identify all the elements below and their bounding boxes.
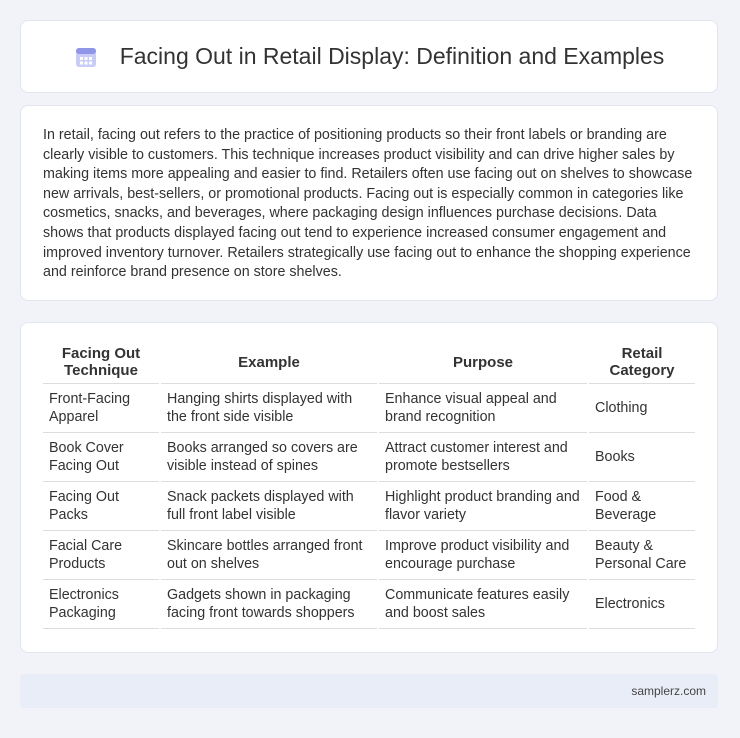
intro-text: In retail, facing out refers to the prac… bbox=[43, 127, 693, 281]
intro-card: In retail, facing out refers to the prac… bbox=[20, 105, 718, 301]
table-cell: Snack packets displayed with full front … bbox=[161, 482, 377, 531]
table-cell: Clothing bbox=[589, 384, 695, 433]
table-header-row: Facing Out Technique Example Purpose Ret… bbox=[43, 341, 695, 384]
table-cell: Highlight product branding and flavor va… bbox=[379, 482, 587, 531]
table-cell: Books bbox=[589, 433, 695, 482]
table-cell: Attract customer interest and promote be… bbox=[379, 433, 587, 482]
table-cell: Book Cover Facing Out bbox=[43, 433, 159, 482]
table-cell: Facing Out Packs bbox=[43, 482, 159, 531]
facing-out-table: Facing Out Technique Example Purpose Ret… bbox=[41, 341, 697, 629]
table-cell: Beauty & Personal Care bbox=[589, 531, 695, 580]
column-header: Retail Category bbox=[589, 341, 695, 384]
footer-site-link[interactable]: samplerz.com bbox=[631, 684, 706, 698]
table-row: Book Cover Facing Out Books arranged so … bbox=[43, 433, 695, 482]
table-cell: Hanging shirts displayed with the front … bbox=[161, 384, 377, 433]
table-cell: Books arranged so covers are visible ins… bbox=[161, 433, 377, 482]
column-header: Facing Out Technique bbox=[43, 341, 159, 384]
table-cell: Facial Care Products bbox=[43, 531, 159, 580]
column-header: Example bbox=[161, 341, 377, 384]
table-row: Electronics Packaging Gadgets shown in p… bbox=[43, 580, 695, 629]
table-cell: Gadgets shown in packaging facing front … bbox=[161, 580, 377, 629]
title-card: Facing Out in Retail Display: Definition… bbox=[20, 20, 718, 93]
column-header: Purpose bbox=[379, 341, 587, 384]
table-cell: Food & Beverage bbox=[589, 482, 695, 531]
table-cell: Improve product visibility and encourage… bbox=[379, 531, 587, 580]
table-cell: Communicate features easily and boost sa… bbox=[379, 580, 587, 629]
table-row: Front-Facing Apparel Hanging shirts disp… bbox=[43, 384, 695, 433]
table-cell: Enhance visual appeal and brand recognit… bbox=[379, 384, 587, 433]
table-row: Facial Care Products Skincare bottles ar… bbox=[43, 531, 695, 580]
page-title: Facing Out in Retail Display: Definition… bbox=[119, 43, 665, 69]
table-cell: Skincare bottles arranged front out on s… bbox=[161, 531, 377, 580]
table-card: Facing Out Technique Example Purpose Ret… bbox=[20, 322, 718, 653]
table-row: Facing Out Packs Snack packets displayed… bbox=[43, 482, 695, 531]
table-cell: Electronics Packaging bbox=[43, 580, 159, 629]
table-cell: Electronics bbox=[589, 580, 695, 629]
table-cell: Front-Facing Apparel bbox=[43, 384, 159, 433]
footer: samplerz.com bbox=[20, 674, 718, 708]
calendar-icon bbox=[74, 45, 98, 69]
